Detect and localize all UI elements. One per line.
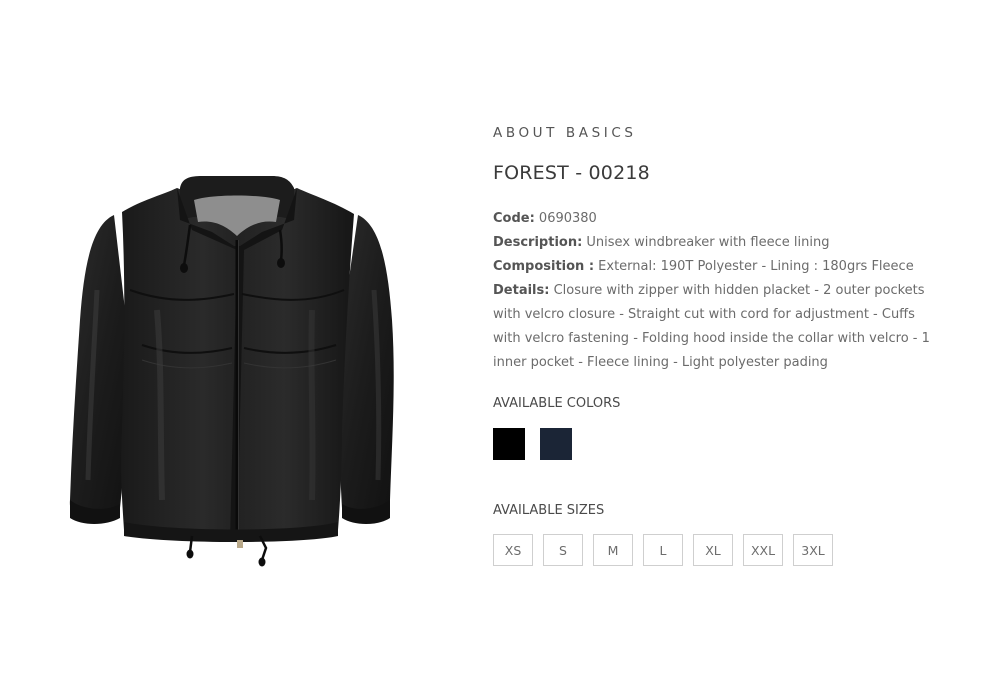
size-option-3xl[interactable]: 3XL — [793, 534, 833, 566]
size-option-xs[interactable]: XS — [493, 534, 533, 566]
spec-description-value: Unisex windbreaker with fleece lining — [582, 235, 830, 250]
color-swatch-black[interactable] — [493, 428, 525, 460]
jacket-illustration — [69, 176, 394, 567]
color-swatches — [493, 428, 933, 460]
spec-code-value: 0690380 — [534, 211, 597, 226]
product-image — [62, 170, 412, 570]
product-specs: Code: 0690380 Description: Unisex windbr… — [493, 207, 933, 375]
brand-name: ABOUT BASICS — [493, 125, 637, 141]
size-option-s[interactable]: S — [543, 534, 583, 566]
available-sizes-label: AVAILABLE SIZES — [493, 503, 605, 518]
spec-description-label: Description: — [493, 235, 583, 250]
size-options: XS S M L XL XXL 3XL — [493, 534, 933, 566]
size-option-xxl[interactable]: XXL — [743, 534, 783, 566]
spec-details-label: Details: — [493, 283, 550, 298]
size-option-xl[interactable]: XL — [693, 534, 733, 566]
spec-details: Details: Closure with zipper with hidden… — [493, 279, 933, 375]
size-option-l[interactable]: L — [643, 534, 683, 566]
size-option-m[interactable]: M — [593, 534, 633, 566]
spec-composition: Composition : External: 190T Polyester -… — [493, 255, 933, 279]
spec-composition-label: Composition : — [493, 259, 595, 274]
color-swatch-navy[interactable] — [540, 428, 572, 460]
spec-code: Code: 0690380 — [493, 207, 933, 231]
available-colors-label: AVAILABLE COLORS — [493, 396, 621, 411]
spec-composition-value: External: 190T Polyester - Lining : 180g… — [594, 259, 914, 274]
spec-details-value: Closure with zipper with hidden placket … — [493, 283, 930, 370]
spec-code-label: Code: — [493, 211, 535, 226]
product-info: ABOUT BASICS FOREST - 00218 Code: 069038… — [493, 124, 933, 566]
product-title: FOREST - 00218 — [493, 162, 650, 184]
spec-description: Description: Unisex windbreaker with fle… — [493, 231, 933, 255]
